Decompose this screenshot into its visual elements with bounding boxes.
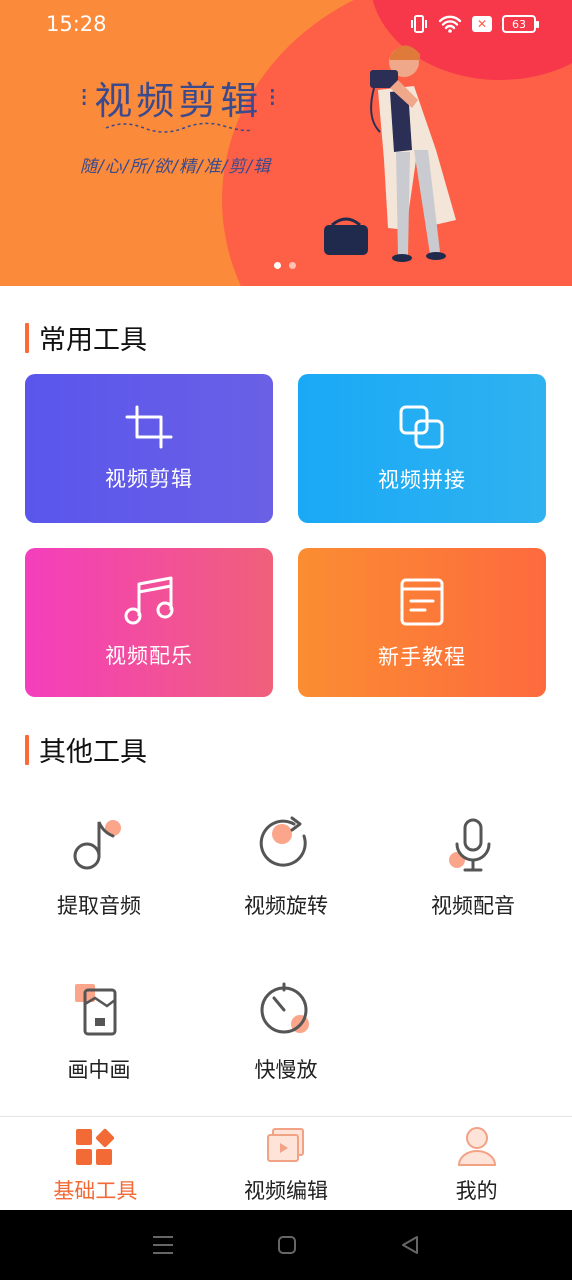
photographer-illustration (324, 45, 456, 262)
card-label: 视频拼接 (378, 467, 466, 492)
back-icon[interactable] (400, 1235, 420, 1255)
other-tools-heading: 其他工具 (25, 730, 147, 769)
extract-audio-tool[interactable]: 提取音频 (6, 816, 192, 920)
timer-icon (260, 982, 309, 1034)
picture-in-picture-tool[interactable]: 画中画 (6, 980, 192, 1084)
tool-label: 画中画 (67, 1058, 131, 1082)
banner-carousel[interactable]: 15:28 ✕ 63 ⁝ 视频剪辑 ⁝ 随/心/所/欲/精/准/剪/辑 (0, 0, 572, 286)
other-tools-title: 其他工具 (39, 737, 147, 768)
battery-icon: 63 (502, 15, 539, 33)
status-bar: 15:28 ✕ 63 (0, 0, 572, 50)
nav-label: 基础工具 (53, 1179, 138, 1203)
video-merge-card[interactable]: 视频拼接 (298, 374, 546, 523)
card-label: 视频配乐 (105, 643, 193, 668)
card-label: 新手教程 (378, 644, 466, 669)
card-label: 视频剪辑 (105, 466, 193, 491)
microphone-icon (449, 818, 491, 872)
status-icons: ✕ 63 (410, 14, 539, 34)
banner-headline-text: 视频剪辑 (94, 79, 263, 123)
status-time: 15:28 (46, 12, 107, 36)
video-rotate-tool[interactable]: 视频旋转 (193, 816, 379, 920)
carousel-indicator (274, 262, 296, 269)
bracket-right-icon: ⁝ (268, 82, 277, 113)
tool-label: 快慢放 (254, 1058, 318, 1082)
tool-label: 提取音频 (57, 894, 141, 918)
wifi-icon (438, 15, 462, 33)
home-icon[interactable] (277, 1235, 297, 1255)
bracket-left-icon: ⁝ (80, 82, 89, 113)
nav-label: 我的 (455, 1179, 498, 1203)
wavy-underline-icon (105, 122, 253, 133)
nav-basic-tools[interactable]: 基础工具 (0, 1117, 191, 1210)
common-tools-title: 常用工具 (39, 325, 147, 356)
video-stack-icon (267, 1128, 304, 1162)
heading-accent-bar (25, 734, 29, 765)
voiceover-tool[interactable]: 视频配音 (380, 816, 566, 920)
rotate-icon (259, 816, 307, 867)
carousel-dot (289, 262, 296, 269)
nav-me[interactable]: 我的 (381, 1117, 572, 1210)
tutorial-card[interactable]: 新手教程 (298, 548, 546, 697)
system-nav-bar (0, 1210, 572, 1280)
crop-icon (125, 405, 173, 448)
nav-label: 视频编辑 (244, 1179, 328, 1203)
no-sim-icon: ✕ (472, 16, 492, 32)
tool-label: 视频旋转 (244, 894, 328, 918)
nav-video-edit[interactable]: 视频编辑 (191, 1117, 382, 1210)
carousel-dot (274, 262, 281, 269)
video-music-card[interactable]: 视频配乐 (25, 548, 273, 697)
video-crop-card[interactable]: 视频剪辑 (25, 374, 273, 523)
document-icon (400, 578, 444, 625)
merge-icon (399, 405, 444, 448)
common-tools-heading: 常用工具 (25, 318, 147, 357)
tools-grid-icon (76, 1128, 115, 1165)
vibrate-icon (411, 15, 427, 33)
banner-subline: 随/心/所/欲/精/准/剪/辑 (80, 157, 272, 177)
tool-label: 视频配音 (431, 894, 515, 918)
menu-icon[interactable] (152, 1235, 174, 1255)
heading-accent-bar (25, 322, 29, 353)
bottom-nav: 基础工具 视频编辑 我的 (0, 1116, 572, 1210)
speed-tool[interactable]: 快慢放 (193, 980, 379, 1084)
banner-headline: ⁝ 视频剪辑 ⁝ (80, 70, 277, 125)
user-icon (457, 1127, 496, 1166)
note-icon (73, 820, 121, 870)
music-note-icon (124, 576, 174, 624)
pip-icon (75, 984, 117, 1036)
